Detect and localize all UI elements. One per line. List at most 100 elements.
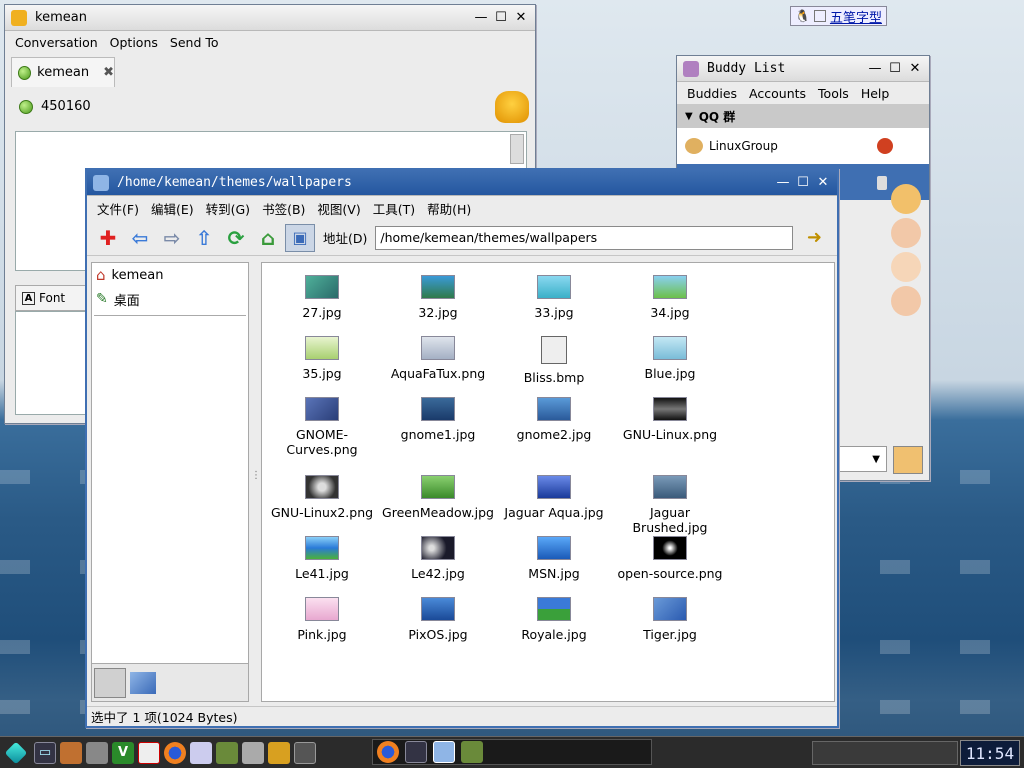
clock[interactable]: 11:54 [960, 740, 1020, 766]
menu-options[interactable]: Options [104, 35, 164, 50]
vim-icon[interactable]: V [112, 741, 134, 764]
menu-send-to[interactable]: Send To [164, 35, 225, 50]
menu-conversation[interactable]: Conversation [9, 35, 104, 50]
go-button[interactable]: ➜ [799, 224, 829, 252]
menu-view[interactable]: 视图(V) [311, 199, 366, 218]
file-item[interactable]: GreenMeadow.jpg [380, 475, 496, 520]
minimize-button[interactable]: — [473, 10, 489, 26]
terminal-icon[interactable]: ▭ [34, 741, 56, 764]
close-button[interactable]: ✕ [815, 175, 831, 191]
mixer-icon[interactable] [268, 741, 290, 764]
buddy-avatar-icon [495, 91, 529, 123]
menu-accounts[interactable]: Accounts [743, 86, 812, 101]
file-item[interactable]: MSN.jpg [496, 536, 612, 581]
buddy-list-titlebar[interactable]: Buddy List — ☐ ✕ [677, 56, 929, 82]
close-button[interactable]: ✕ [513, 10, 529, 26]
file-item[interactable]: PixOS.jpg [380, 597, 496, 642]
gimp-icon[interactable] [86, 741, 108, 764]
file-item[interactable]: Le41.jpg [264, 536, 380, 581]
file-item[interactable]: GNU-Linux.png [612, 397, 728, 442]
drive-icon[interactable] [94, 667, 126, 698]
close-button[interactable]: ✕ [907, 61, 923, 77]
expand-arrow-icon[interactable]: ▼ [685, 111, 693, 122]
file-item[interactable]: Jaguar Brushed.jpg [612, 475, 728, 535]
mobile-icon [877, 176, 887, 190]
ime-label: 五笔字型 [829, 10, 882, 26]
file-item[interactable]: 34.jpg [612, 275, 728, 320]
file-item[interactable]: Royale.jpg [496, 597, 612, 642]
file-item[interactable]: 32.jpg [380, 275, 496, 320]
file-thumbnail-icon [537, 597, 571, 621]
file-item[interactable]: AquaFaTux.png [380, 336, 496, 381]
menu-help[interactable]: Help [855, 86, 896, 101]
file-item[interactable]: Tiger.jpg [612, 597, 728, 642]
reload-button[interactable]: ⟳ [221, 224, 251, 252]
view-mode-button[interactable]: ▣ [285, 223, 315, 252]
buddy-icon-button[interactable] [893, 446, 923, 474]
sidebar-item-desktop[interactable]: ✎ 桌面 [92, 287, 248, 311]
gaim-icon[interactable] [60, 741, 82, 764]
history-scrollbar[interactable] [510, 134, 524, 164]
task-firefox-icon[interactable] [377, 741, 399, 763]
task-books-icon[interactable] [461, 741, 483, 763]
minimize-button[interactable]: — [775, 175, 791, 191]
buddy-row-linuxgroup[interactable]: LinuxGroup [677, 128, 929, 164]
taskbar-pager[interactable] [812, 741, 958, 765]
pane-splitter-handle[interactable]: ⋮ [251, 470, 261, 490]
menu-edit[interactable]: 编辑(E) [145, 199, 200, 218]
file-item[interactable]: Pink.jpg [264, 597, 380, 642]
file-item[interactable]: 27.jpg [264, 275, 380, 320]
menu-buddies[interactable]: Buddies [681, 86, 743, 101]
avatar [891, 286, 921, 316]
home-button[interactable]: ⌂ [253, 224, 283, 252]
file-item[interactable]: GNU-Linux2.png [264, 475, 380, 520]
firefox-icon[interactable] [164, 741, 186, 764]
file-manager-titlebar[interactable]: /home/kemean/themes/wallpapers — ☐ ✕ [87, 170, 837, 196]
tab-kemean[interactable]: kemean ✖ [11, 57, 115, 87]
maximize-button[interactable]: ☐ [493, 10, 509, 26]
pidgin-icon [11, 9, 27, 26]
file-item[interactable]: gnome1.jpg [380, 397, 496, 442]
windows-icon[interactable] [130, 671, 156, 694]
ime-indicator[interactable]: 🐧 五笔字型 [790, 6, 887, 26]
maximize-button[interactable]: ☐ [887, 61, 903, 77]
group-header[interactable]: ▼ QQ 群 [677, 104, 929, 128]
start-menu-icon[interactable] [4, 741, 28, 764]
back-button[interactable]: ⇦ [125, 224, 155, 252]
task-terminal-icon[interactable] [405, 741, 427, 763]
file-label: 27.jpg [302, 305, 342, 320]
new-tab-button[interactable]: ✚ [93, 224, 123, 252]
file-item[interactable]: Jaguar Aqua.jpg [496, 475, 612, 520]
file-item[interactable]: open-source.png [612, 536, 728, 581]
font-button[interactable]: A Font [15, 285, 95, 311]
books-icon[interactable] [216, 741, 238, 764]
task-file-manager-icon[interactable] [433, 741, 455, 763]
menu-bookmarks[interactable]: 书签(B) [256, 199, 311, 218]
menu-tools[interactable]: Tools [812, 86, 855, 101]
minimize-button[interactable]: — [867, 61, 883, 77]
sidebar-item-home[interactable]: ⌂ kemean [92, 263, 248, 287]
file-item[interactable]: gnome2.jpg [496, 397, 612, 442]
file-item[interactable]: 35.jpg [264, 336, 380, 381]
maximize-button[interactable]: ☐ [795, 175, 811, 191]
address-input[interactable]: /home/kemean/themes/wallpapers [375, 225, 794, 250]
file-label: Bliss.bmp [523, 370, 585, 385]
file-item[interactable]: Le42.jpg [380, 536, 496, 581]
file-manager-menubar: 文件(F) 编辑(E) 转到(G) 书签(B) 视图(V) 工具(T) 帮助(H… [87, 196, 837, 220]
forward-button[interactable]: ⇨ [157, 224, 187, 252]
text-editor-icon[interactable] [138, 741, 160, 764]
menu-file[interactable]: 文件(F) [91, 199, 145, 218]
menu-help[interactable]: 帮助(H) [421, 199, 477, 218]
file-item[interactable]: GNOME- Curves.png [264, 397, 380, 457]
menu-tools[interactable]: 工具(T) [367, 199, 421, 218]
file-item[interactable]: Bliss.bmp [496, 336, 612, 385]
conversation-titlebar[interactable]: kemean — ☐ ✕ [5, 5, 535, 31]
browser-icon[interactable] [190, 741, 212, 764]
close-tab-icon[interactable]: ✖ [103, 65, 114, 80]
camera-icon[interactable] [294, 741, 316, 764]
network-icon[interactable] [242, 741, 264, 764]
up-button[interactable]: ⇧ [189, 224, 219, 252]
file-item[interactable]: 33.jpg [496, 275, 612, 320]
file-item[interactable]: Blue.jpg [612, 336, 728, 381]
menu-go[interactable]: 转到(G) [200, 199, 256, 218]
